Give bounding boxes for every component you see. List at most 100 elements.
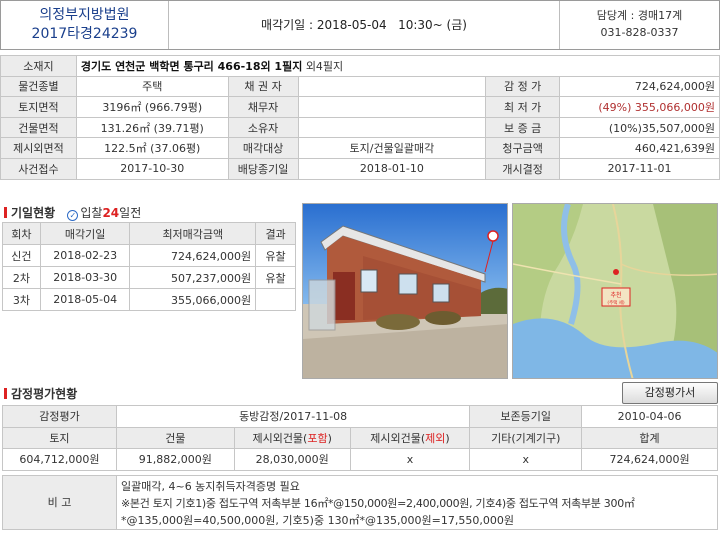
remarks-text: 일괄매각, 4~6 농지취득자격증명 필요 ※본건 토지 기호1)중 접도구역 … (121, 478, 715, 529)
countdown-days: 24 (102, 206, 120, 220)
case-header: 의정부지방법원 2017타경24239 매각기일 : 2018-05-04 10… (0, 0, 720, 50)
building-area-value: 131.26㎡ (39.71평) (75, 116, 229, 139)
manager-block: 담당계 : 경매17계 031-828-0337 (559, 1, 719, 49)
excluded-area-label: 제시외면적 (0, 137, 77, 159)
section-bar-icon (4, 207, 7, 218)
col-land: 토지 (2, 426, 117, 449)
remarks-line: ※본건 토지 기호1)중 접도구역 저촉부분 16㎡*@150,000원=2,4… (121, 497, 635, 510)
date: 2018-05-04 (39, 288, 131, 311)
creditor-label: 채 권 자 (227, 75, 299, 98)
date: 2018-03-30 (39, 266, 131, 289)
svg-text:(주택 세): (주택 세) (607, 299, 625, 306)
appraisal-table: 감정평가 동방감정/2017-11-08 보존등기일 2010-04-06 토지… (2, 405, 718, 471)
appraisal-report-button[interactable]: 감정평가서 (622, 382, 718, 404)
appraisal-firm: 동방감정/2017-11-08 (115, 405, 471, 428)
owner-label: 소유자 (227, 116, 299, 139)
remarks-label: 비 고 (3, 476, 117, 529)
round: 신건 (2, 244, 41, 267)
sale-target-value: 토지/건물일괄매각 (297, 137, 487, 159)
dividend-value: 2018-01-10 (297, 157, 487, 180)
history-title: 기일현황 ✓ 입찰24일전 (4, 204, 141, 222)
countdown-prefix: 입찰 (80, 206, 103, 220)
result (255, 288, 296, 311)
deposit-value: (10%)35,507,000원 (559, 116, 720, 139)
start-value: 2017-11-01 (559, 157, 720, 180)
map-image: 추천 (주택 세) (513, 204, 717, 378)
min-price: 724,624,000원 (129, 244, 257, 267)
house-photo-image (303, 204, 507, 378)
countdown-suffix: 일전 (119, 206, 142, 220)
registration-label: 보존등기일 (469, 405, 583, 428)
excl-suffix: ) (445, 431, 450, 445)
col-round: 회차 (2, 222, 41, 245)
col-min-price: 최저매각금액 (129, 222, 257, 245)
incl-value: 28,030,000원 (233, 448, 351, 471)
sale-date-label: 매각기일 : (261, 18, 314, 32)
incl-suffix: ) (327, 431, 332, 445)
received-label: 사건접수 (0, 157, 77, 180)
appraisal-value: 724,624,000원 (559, 75, 720, 98)
result: 유찰 (255, 266, 296, 289)
appraisal-heading: 감정평가현황 (11, 387, 78, 401)
court-block: 의정부지방법원 2017타경24239 (1, 1, 169, 49)
history-row: 3차 2018-05-04 355,066,000원 (2, 288, 296, 311)
property-photo[interactable] (302, 203, 508, 379)
building-area-label: 건물면적 (0, 116, 77, 139)
sale-target-label: 매각대상 (227, 137, 299, 159)
excluded-area-value: 122.5㎡ (37.06평) (75, 137, 229, 159)
col-etc: 기타(기계기구) (469, 426, 583, 449)
result: 유찰 (255, 244, 296, 267)
col-incl: 제시외건물(포함) (233, 426, 351, 449)
received-value: 2017-10-30 (75, 157, 229, 180)
incl-word: 포함 (307, 431, 328, 445)
history-table: 회차 매각기일 최저매각금액 결과 신건 2018-02-23 724,624,… (2, 222, 296, 311)
remarks-line: 일괄매각, 4~6 농지취득자격증명 필요 (121, 480, 300, 493)
claim-value: 460,421,639원 (559, 137, 720, 159)
col-excl: 제시외건물(제외) (349, 426, 471, 449)
land-area-label: 토지면적 (0, 96, 77, 118)
dividend-label: 배당종기일 (227, 157, 299, 180)
start-label: 개시결정 (485, 157, 561, 180)
appraisal-title: 감정평가현황 (4, 385, 77, 402)
type-label: 물건종별 (0, 75, 77, 98)
building-value: 91,882,000원 (115, 448, 235, 471)
sale-date-block: 매각기일 : 2018-05-04 10:30~ (금) (169, 1, 559, 49)
min-price-value: (49%) 355,066,000원 (559, 96, 720, 118)
owner-value (297, 116, 487, 139)
land-area-value: 3196㎡ (966.79평) (75, 96, 229, 118)
incl-prefix: 제시외건물( (252, 431, 308, 445)
appraisal-header-row: 토지 건물 제시외건물(포함) 제시외건물(제외) 기타(기계기구) 합계 (2, 426, 718, 449)
map-marker-label: 추천 (610, 291, 621, 299)
check-circle-icon: ✓ (67, 210, 79, 221)
appraisal-label: 감정평가 (2, 405, 117, 428)
location-map[interactable]: 추천 (주택 세) (512, 203, 718, 379)
total-value: 724,624,000원 (581, 448, 718, 471)
excl-prefix: 제시외건물( (370, 431, 426, 445)
remarks-line: *@135,000원=40,500,000원, 기호5)중 130㎡*@135,… (121, 514, 514, 527)
round: 2차 (2, 266, 41, 289)
min-price-label: 최 저 가 (485, 96, 561, 118)
address: 경기도 연천군 백학면 통구리 466-18외 1필지 (80, 59, 303, 73)
address-extra: 외4필지 (305, 59, 344, 73)
appraisal-label: 감 정 가 (485, 75, 561, 98)
deposit-label: 보 증 금 (485, 116, 561, 139)
remarks-box: 비 고 일괄매각, 4~6 농지취득자격증명 필요 ※본건 토지 기호1)중 접… (2, 475, 718, 530)
date: 2018-02-23 (39, 244, 131, 267)
appraisal-values-row: 604,712,000원 91,882,000원 28,030,000원 x x… (2, 448, 718, 471)
col-result: 결과 (255, 222, 296, 245)
property-info-table: 소재지 경기도 연천군 백학면 통구리 466-18외 1필지 외4필지 물건종… (0, 55, 720, 180)
manager-phone: 031-828-0337 (600, 26, 679, 39)
debtor-value (297, 96, 487, 118)
history-row: 2차 2018-03-30 507,237,000원 유찰 (2, 266, 296, 289)
min-price: 507,237,000원 (129, 266, 257, 289)
excl-value: x (349, 448, 471, 471)
appraisal-meta-row: 감정평가 동방감정/2017-11-08 보존등기일 2010-04-06 (2, 405, 718, 428)
history-heading: 기일현황 (11, 206, 56, 220)
round: 3차 (2, 288, 41, 311)
address-label: 소재지 (0, 55, 77, 77)
manager-dept: 담당계 : 경매17계 (596, 9, 683, 22)
col-date: 매각기일 (39, 222, 131, 245)
creditor-value (297, 75, 487, 98)
case-number[interactable]: 2017타경24239 (1, 25, 168, 44)
history-header-row: 회차 매각기일 최저매각금액 결과 (2, 222, 296, 245)
